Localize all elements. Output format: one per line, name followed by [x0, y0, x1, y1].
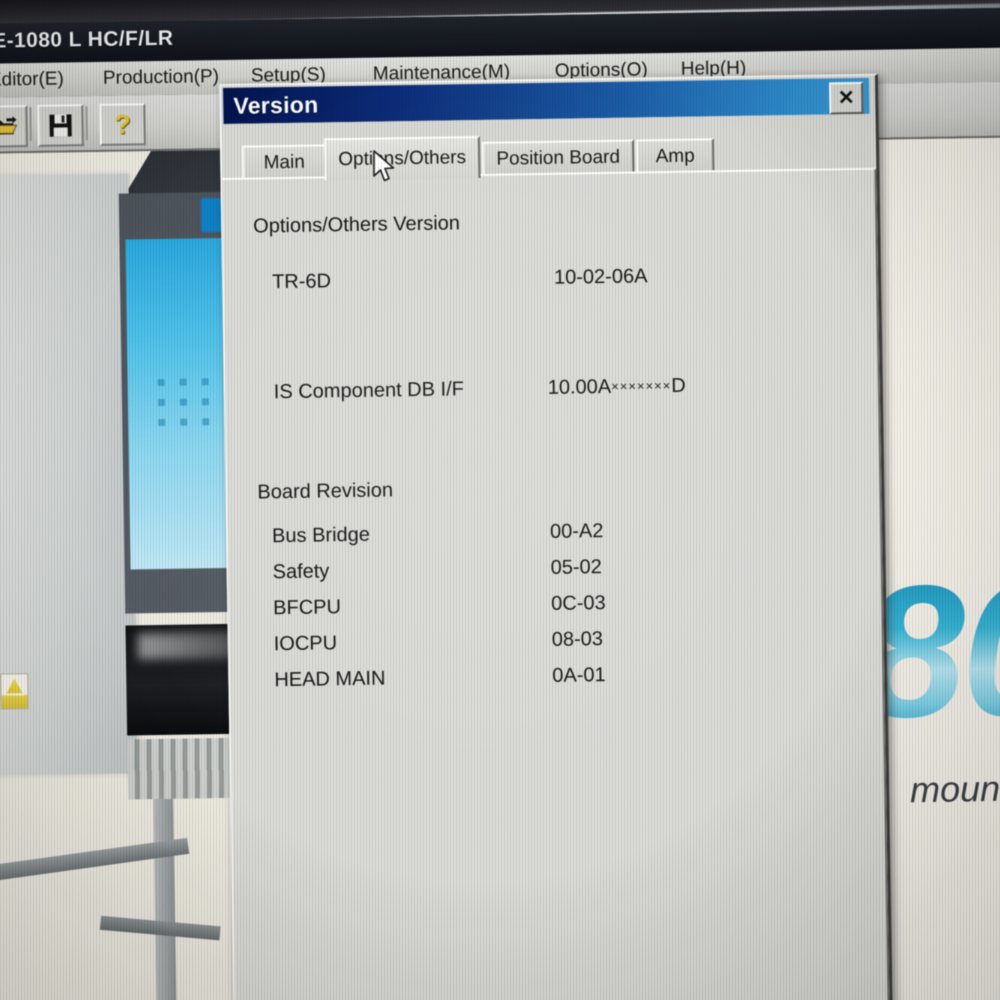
is-component-suffix: D	[671, 374, 686, 397]
save-button[interactable]	[37, 104, 84, 147]
is-component-masked: ×××××××	[611, 377, 672, 394]
row-label-iocpu: IOCPU	[273, 632, 338, 656]
cursor-arrow-icon	[373, 150, 395, 182]
tab-options-others[interactable]: Options/Others	[323, 135, 481, 181]
warning-label	[0, 673, 29, 710]
row-value-head-main: 0A-01	[552, 664, 606, 687]
open-button[interactable]	[0, 105, 28, 148]
row-value-safety: 05-02	[550, 556, 602, 579]
row-label-bus-bridge: Bus Bridge	[271, 523, 371, 548]
machine-leg	[153, 798, 179, 1000]
application-title: E-1080 L HC/F/LR	[0, 26, 174, 53]
tab-position-board[interactable]: Position Board	[481, 139, 635, 176]
row-label-bfcpu: BFCPU	[273, 596, 342, 620]
row-value-is-component-db-if: 10.00A×××××××D	[548, 375, 686, 400]
row-value-bfcpu: 0C-03	[551, 592, 606, 615]
menu-item-production[interactable]: Production(P)	[103, 66, 220, 90]
splash-subtitle: mounter	[909, 767, 1000, 811]
row-value-iocpu: 08-03	[551, 628, 604, 651]
menu-item-editor[interactable]: Editor(E)	[0, 68, 64, 91]
row-label-safety: Safety	[272, 560, 330, 584]
dialog-title: Version	[233, 90, 319, 119]
toolbar-separator-1	[29, 106, 32, 142]
mouse-cursor	[372, 150, 398, 186]
row-label-head-main: HEAD MAIN	[274, 667, 386, 692]
save-icon	[49, 114, 72, 137]
row-label-is-component-db-if: IS Component DB I/F	[273, 378, 465, 404]
is-component-version: 10.00A	[547, 375, 612, 399]
close-button[interactable]: ✕	[829, 81, 864, 115]
tab-amp[interactable]: Amp	[635, 138, 715, 174]
dialog-body: Main Options/Others Position Board Amp O…	[220, 113, 891, 1000]
help-button[interactable]: ?	[99, 103, 146, 146]
warning-triangle-icon	[6, 678, 22, 693]
open-icon	[0, 116, 18, 135]
tab-panel-options-others: Options/Others Version TR-6D 10-02-06A I…	[220, 167, 891, 1000]
row-value-tr6d: 10-02-06A	[553, 265, 648, 289]
application-window: E-1080 L HC/F/LR Editor(E) Production(P)…	[0, 7, 1000, 1000]
question-mark-icon: ?	[114, 108, 132, 140]
tab-main[interactable]: Main	[241, 144, 327, 180]
row-label-tr6d: TR-6D	[271, 270, 332, 294]
version-dialog: Version ✕ Main Options/Others Position B…	[218, 73, 894, 1000]
section-heading-board-revision: Board Revision	[257, 479, 394, 504]
monitor-photo-frame: E-1080 L HC/F/LR Editor(E) Production(P)…	[0, 0, 1000, 1000]
section-heading-options-others: Options/Others Version	[253, 212, 461, 238]
close-icon: ✕	[837, 87, 855, 110]
row-value-bus-bridge: 00-A2	[549, 520, 604, 543]
toolbar-separator-2	[85, 106, 88, 141]
